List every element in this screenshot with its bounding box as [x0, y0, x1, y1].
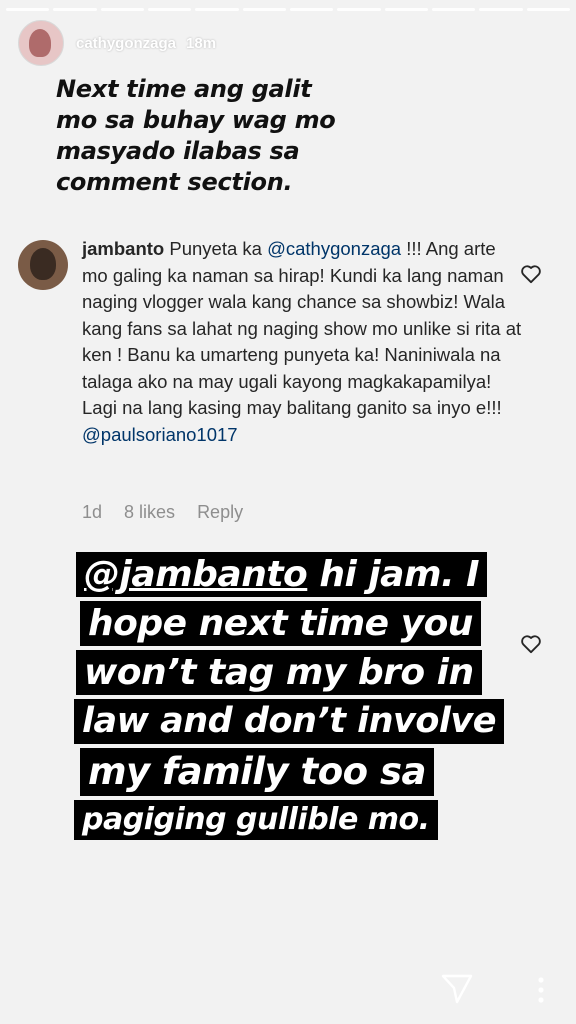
caption-line: mo sa buhay wag mo [56, 106, 336, 134]
sticker-line: hope next time you [80, 601, 481, 646]
progress-segment [147, 8, 192, 11]
commenter-username: jambanto [82, 238, 165, 259]
comment-meta: 1d 8 likes Reply [82, 502, 243, 523]
story-username[interactable]: cathygonzaga [76, 35, 176, 52]
comment-likes: 8 likes [124, 502, 176, 522]
progress-segment [384, 8, 428, 11]
story-progress-bar [6, 8, 570, 11]
sticker-line: my family too sa [80, 748, 434, 796]
progress-segment [195, 8, 239, 11]
story-header: cathygonzaga 18m [18, 20, 216, 66]
heart-outline-icon [521, 265, 541, 284]
progress-segment [53, 8, 97, 11]
story-avatar[interactable] [18, 20, 64, 66]
progress-segment [289, 8, 334, 11]
sticker-line-text: hi jam. I [307, 554, 480, 595]
heart-outline-icon [521, 635, 541, 654]
progress-segment [100, 8, 144, 11]
comment-text-part: Punyeta ka [164, 238, 268, 259]
story-time: 18m [186, 34, 217, 52]
comment-text-part: !!! Ang arte mo galing ka naman sa hirap… [82, 238, 522, 418]
sticker-mention: @jambanto [84, 554, 308, 595]
sticker-line: won’t tag my bro in [76, 650, 482, 695]
direct-send-icon[interactable] [440, 972, 474, 1006]
text-sticker: @jambanto hi jam. I hope next time you w… [74, 552, 504, 844]
caption-line: masyado ilabas sa [56, 137, 300, 165]
sticker-line: @jambanto hi jam. I [76, 552, 488, 597]
story-caption: Next time ang galit mo sa buhay wag mo m… [56, 74, 336, 198]
comment-age: 1d [82, 502, 103, 522]
comment-mention: @cathygonzaga [267, 238, 402, 259]
comment-mention: @paulsoriano1017 [82, 423, 238, 445]
progress-segment [337, 8, 381, 11]
sticker-line: law and don’t involve [74, 699, 504, 744]
sticker-line: pagiging gullible mo. [74, 800, 438, 840]
progress-segment [479, 8, 523, 11]
comment-text: jambanto Punyeta ka @cathygonzaga !!! An… [82, 236, 522, 448]
progress-segment [431, 8, 476, 11]
caption-line: comment section. [56, 168, 293, 196]
commenter-avatar [18, 240, 68, 290]
comment-reply: Reply [197, 502, 244, 522]
caption-line: Next time ang galit [56, 75, 312, 103]
progress-segment [6, 8, 50, 11]
more-vertical-icon[interactable] [536, 976, 546, 1004]
progress-segment [242, 8, 286, 11]
progress-segment [526, 8, 570, 11]
